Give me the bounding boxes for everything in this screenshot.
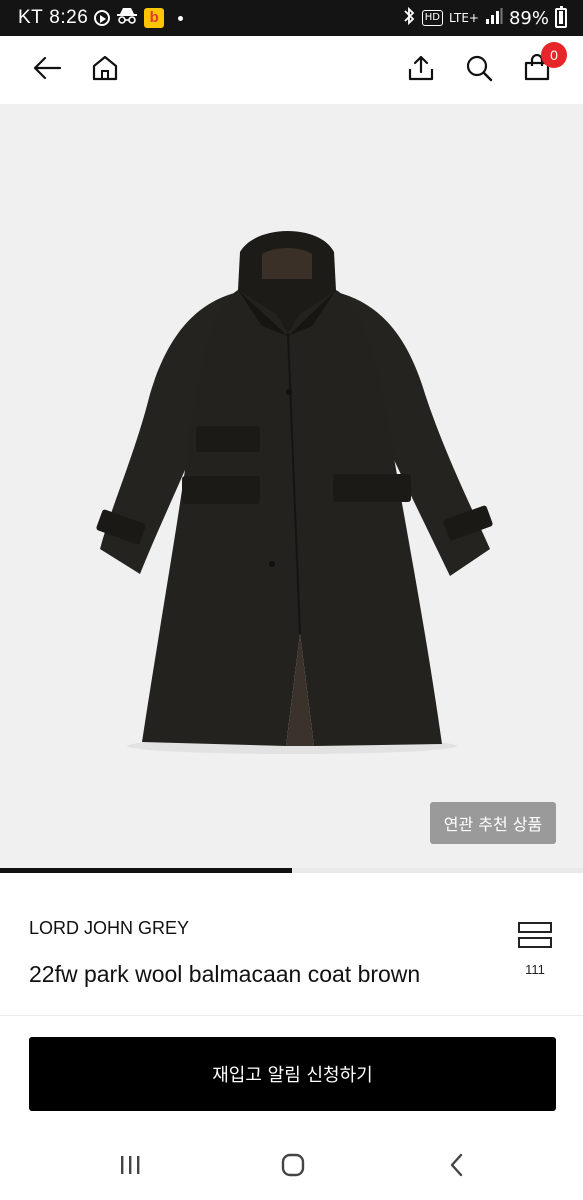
battery-icon: [555, 6, 567, 28]
compare-count: 111: [525, 962, 545, 977]
product-title: 22fw park wool balmacaan coat brown: [29, 961, 421, 987]
related-products-button[interactable]: 연관 추천 상품: [430, 802, 556, 844]
back-arrow-icon: [32, 56, 62, 84]
top-app-bar: 0: [0, 36, 583, 104]
signal-icon: [485, 7, 503, 30]
notification-dot-icon: [178, 15, 184, 21]
home-icon: [91, 54, 119, 86]
media-play-icon: [94, 10, 111, 26]
clock: 8:26: [49, 7, 89, 28]
image-progress-bar: [0, 868, 583, 873]
b-app-icon: b: [144, 8, 165, 28]
status-bar: KT 8:26 b HD LTE+ 89%: [0, 0, 583, 36]
coat-image: [96, 231, 493, 754]
restock-alert-button[interactable]: 재입고 알림 신청하기: [29, 1037, 556, 1111]
cart-count-badge: 0: [541, 42, 567, 68]
status-left: KT 8:26 b: [18, 0, 184, 36]
status-right: HD LTE+ 89%: [402, 0, 567, 36]
back-button[interactable]: [27, 50, 67, 90]
compare-icon-bottom: [518, 937, 552, 948]
recent-apps-button[interactable]: [110, 1149, 150, 1185]
back-chevron-icon: [447, 1153, 467, 1181]
recent-apps-icon: [118, 1154, 142, 1180]
network-type-label: LTE+: [448, 11, 479, 25]
compare-button[interactable]: 111: [510, 920, 560, 980]
system-navigation-bar: [0, 1135, 583, 1200]
compare-icon-top: [518, 922, 552, 933]
cart-button[interactable]: 0: [517, 42, 567, 90]
product-image-carousel[interactable]: 연관 추천 상품: [0, 104, 583, 870]
brand-name[interactable]: LORD JOHN GREY: [29, 918, 189, 939]
image-progress-fill: [0, 868, 292, 873]
system-home-button[interactable]: [273, 1149, 313, 1185]
share-icon: [407, 54, 435, 86]
share-button[interactable]: [401, 50, 441, 90]
home-button[interactable]: [85, 50, 125, 90]
incognito-icon: [116, 7, 138, 30]
carrier-label: KT: [18, 7, 44, 28]
search-icon: [465, 54, 493, 86]
home-circle-icon: [280, 1152, 306, 1182]
bluetooth-icon: [402, 6, 416, 31]
section-divider: [0, 1015, 583, 1016]
hd-voice-badge: HD: [421, 10, 443, 26]
battery-percent: 89%: [508, 7, 549, 29]
system-back-button[interactable]: [437, 1149, 477, 1185]
search-button[interactable]: [459, 50, 499, 90]
